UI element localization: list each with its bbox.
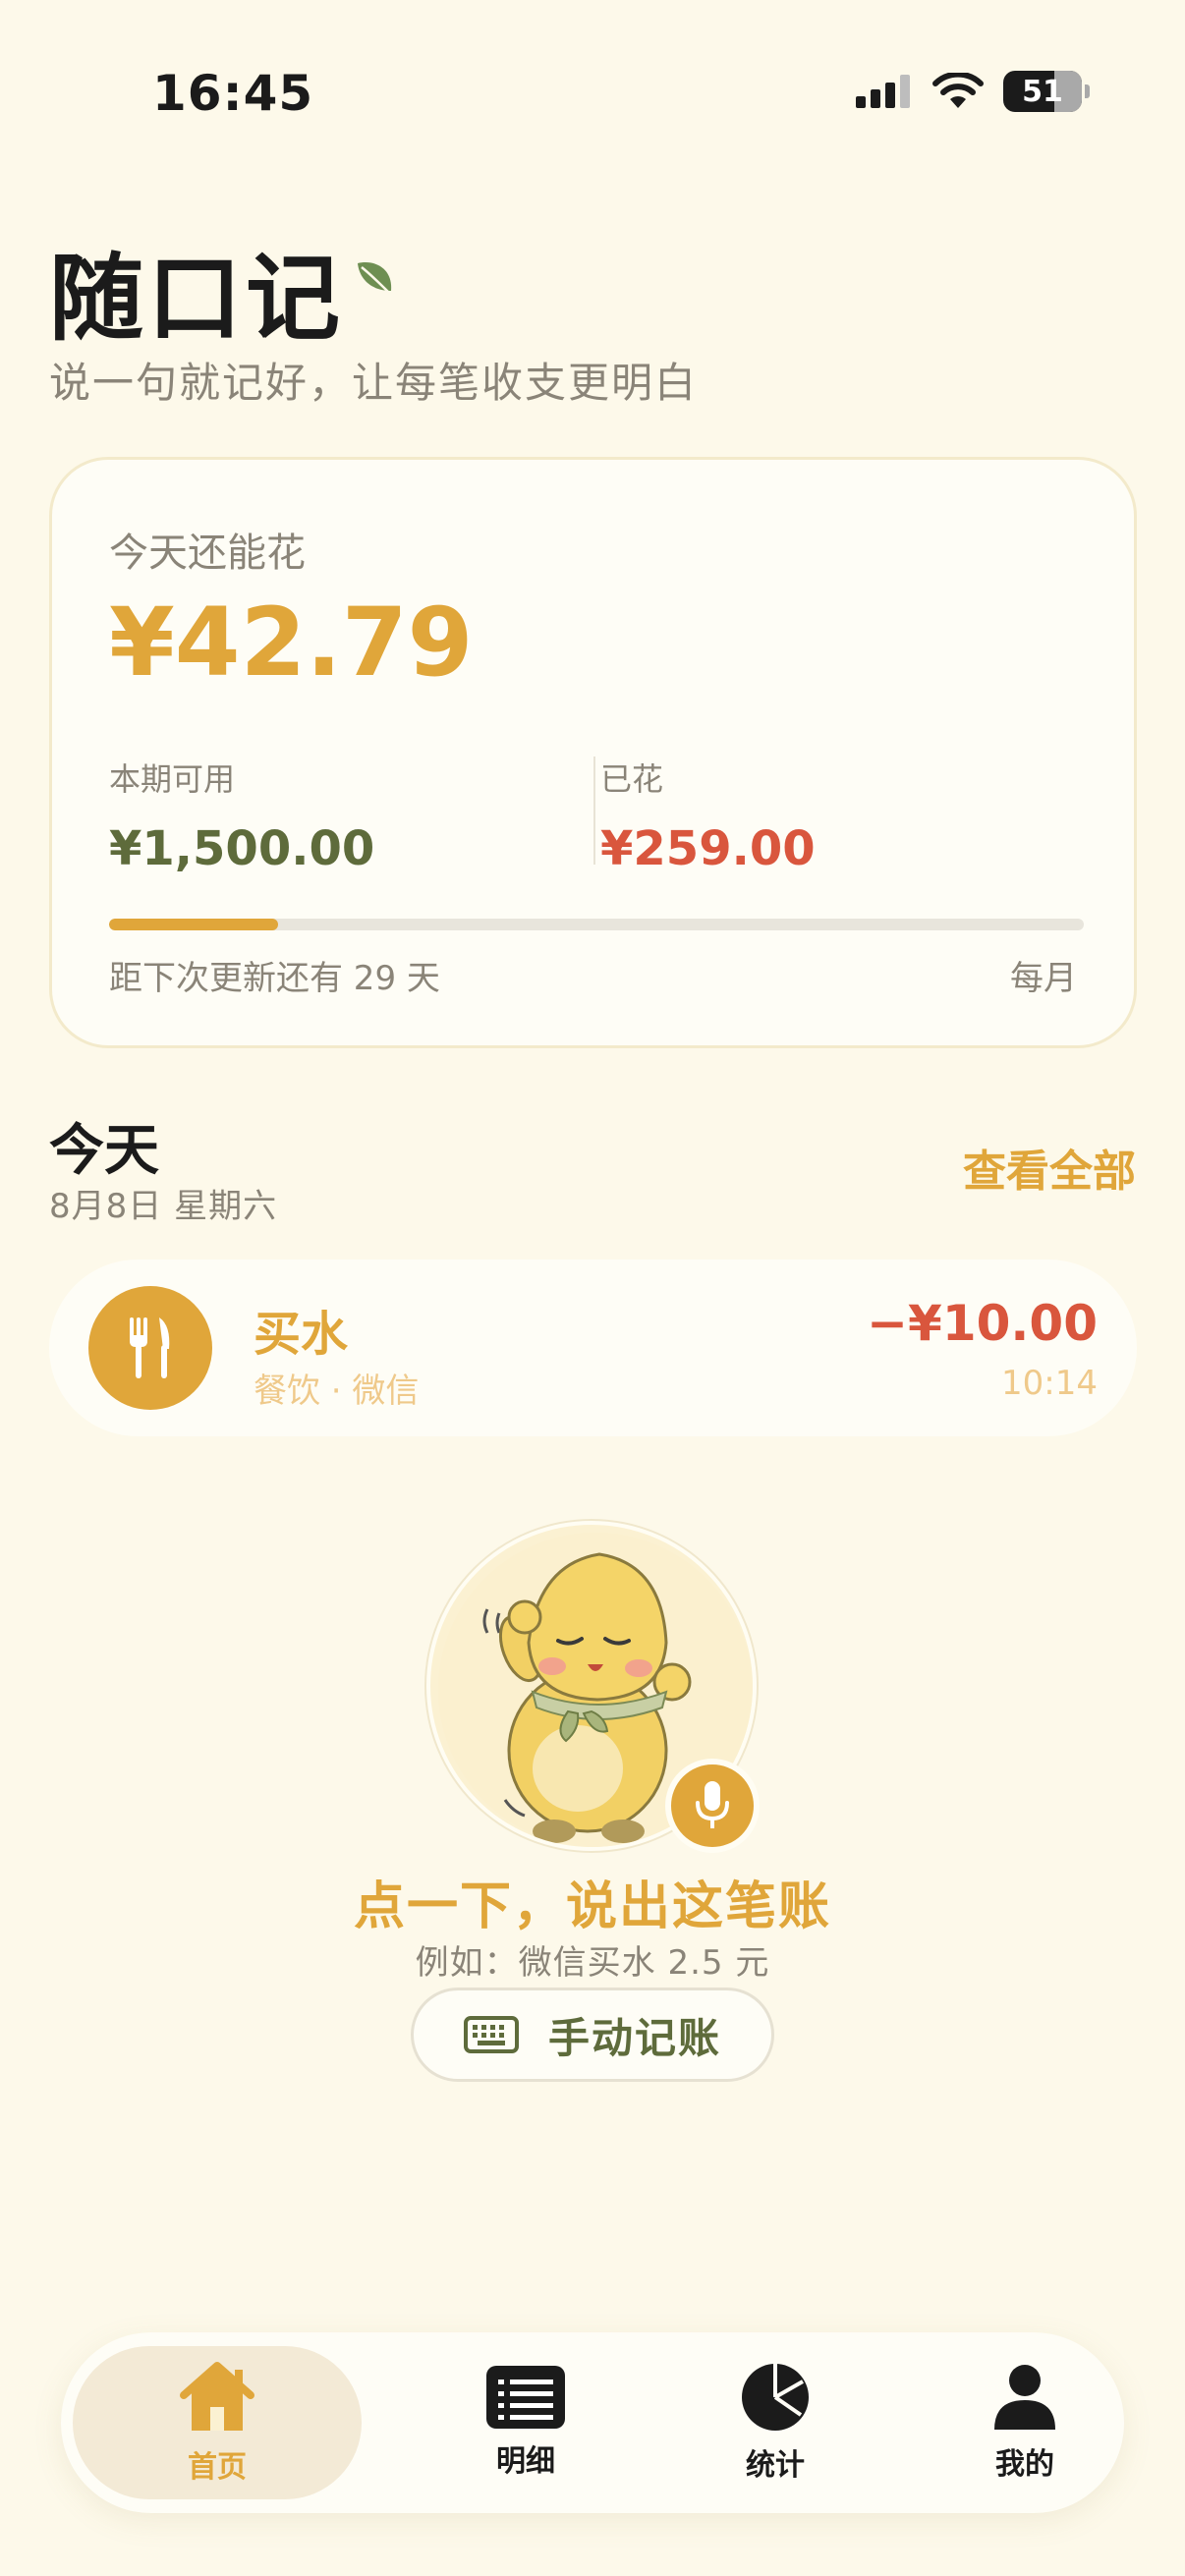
tab-details-label: 明细 <box>496 2444 555 2479</box>
manual-entry-label: 手动记账 <box>547 2013 721 2062</box>
voice-prompt: 点一下，说出这笔账 <box>353 1877 831 1936</box>
budget-period: 每月 <box>1010 959 1077 998</box>
available-value: ¥1,500.00 <box>109 821 375 876</box>
remaining-today-label: 今天还能花 <box>109 531 306 576</box>
person-icon <box>994 2365 1055 2430</box>
available-label: 本期可用 <box>109 760 236 798</box>
status-icons: 51 <box>856 71 1090 112</box>
next-update-text: 距下次更新还有 29 天 <box>109 959 440 998</box>
spent-label: 已花 <box>600 760 664 798</box>
tab-profile[interactable]: 我的 <box>902 2346 1148 2499</box>
budget-progress-bar <box>109 919 1084 930</box>
available-block: 本期可用 ¥1,500.00 <box>109 755 374 876</box>
transaction-meta: 餐饮 · 微信 <box>254 1372 420 1411</box>
transaction-name: 买水 <box>254 1307 349 1362</box>
keyboard-icon <box>463 2016 519 2053</box>
wifi-icon <box>932 73 984 108</box>
today-heading: 今天 <box>49 1119 159 1183</box>
battery-icon: 51 <box>1003 71 1090 112</box>
microphone-icon <box>696 1781 729 1828</box>
fork-knife-icon <box>130 1317 170 1378</box>
spent-block: 已花 ¥259.00 <box>596 755 816 876</box>
budget-card[interactable]: 今天还能花 ¥42.79 本期可用 ¥1,500.00 已花 ¥259.00 距… <box>49 457 1137 1048</box>
leaf-icon <box>358 262 392 294</box>
spent-value: ¥259.00 <box>600 821 816 876</box>
tab-statistics[interactable]: 统计 <box>652 2346 898 2499</box>
tab-details[interactable]: 明细 <box>403 2346 649 2499</box>
today-date: 8月8日 星期六 <box>49 1187 278 1226</box>
view-all-link[interactable]: 查看全部 <box>963 1136 1136 1199</box>
pie-chart-icon <box>742 2364 809 2431</box>
voice-example: 例如：微信买水 2.5 元 <box>415 1943 770 1983</box>
transaction-item[interactable]: 买水 餐饮 · 微信 −¥10.00 10:14 <box>49 1260 1137 1436</box>
category-icon <box>88 1286 212 1410</box>
budget-progress-fill <box>109 919 278 930</box>
battery-level: 51 <box>1022 74 1063 109</box>
transaction-time: 10:14 <box>1001 1364 1098 1403</box>
tab-statistics-label: 统计 <box>746 2448 805 2483</box>
microphone-button[interactable] <box>665 1759 760 1853</box>
app-subtitle: 说一句就记好，让每笔收支更明白 <box>49 359 699 407</box>
tab-home[interactable]: 首页 <box>73 2346 362 2499</box>
status-time: 16:45 <box>152 65 314 122</box>
remaining-today-amount: ¥42.79 <box>109 588 474 698</box>
home-screen: 16:45 51 随口记 说一句就记好，让每笔收支更明白 今天还能花 ¥42.7… <box>0 0 1185 2576</box>
signal-icon <box>856 75 910 108</box>
tab-bar: 首页 明细 统计 我的 <box>61 2332 1124 2513</box>
list-icon <box>486 2366 565 2429</box>
transaction-amount: −¥10.00 <box>867 1295 1098 1352</box>
home-icon <box>180 2362 254 2431</box>
manual-entry-button[interactable]: 手动记账 <box>411 1988 774 2082</box>
budget-divider <box>593 756 595 865</box>
tab-profile-label: 我的 <box>995 2447 1054 2482</box>
tab-home-label: 首页 <box>188 2450 247 2485</box>
app-title: 随口记 <box>49 244 344 354</box>
